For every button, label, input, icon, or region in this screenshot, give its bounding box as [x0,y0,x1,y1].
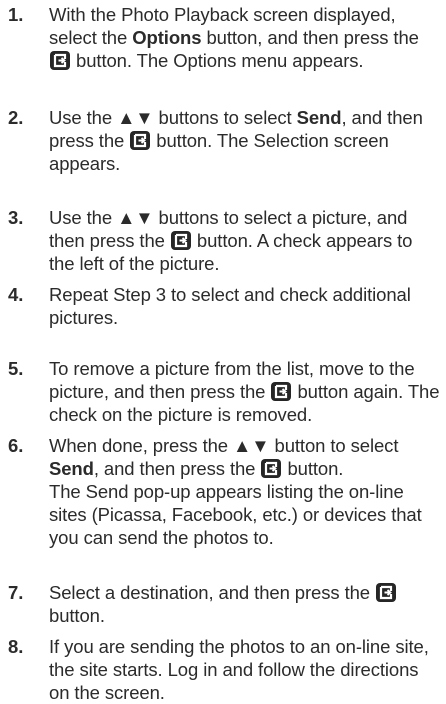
step-text-segment: button. [49,605,105,626]
step-text: Use the ▲▼ buttons to select a picture, … [49,206,441,275]
step-text: With the Photo Playback screen displayed… [49,3,441,72]
step-number: 4. [8,284,24,305]
button-name-label: Options [132,27,202,48]
step-text-segment: Repeat Step 3 to select and check additi… [49,284,411,328]
step-text-segment: Select a destination, and then press the [49,582,376,603]
step-text: To remove a picture from the list, move … [49,357,441,426]
step-text: Repeat Step 3 to select and check additi… [49,283,441,329]
step-text: Use the ▲▼ buttons to select Send, and t… [49,106,441,175]
step-text: If you are sending the photos to an on-l… [49,635,441,704]
enter-button-icon [261,459,282,478]
step-text-segment: button. [282,458,344,479]
step-text: Select a destination, and then press the… [49,581,441,627]
enter-button-icon [271,382,292,401]
step-number: 8. [8,636,24,657]
enter-button-icon [376,583,397,602]
step-number: 2. [8,107,24,128]
step-number: 3. [8,207,24,228]
step-text-segment: button. The Options menu appears. [71,50,364,71]
step-number: 1. [8,4,24,25]
step-text-segment: Use the ▲▼ buttons to select [49,107,297,128]
step-number: 5. [8,358,24,379]
button-name-label: Send [49,458,94,479]
step-text-segment: If you are sending the photos to an on-l… [49,636,429,703]
button-name-label: Send [296,107,342,128]
step-number: 6. [8,435,24,456]
step-text-segment: When done, press the ▲▼ button to select [49,435,399,456]
enter-button-icon [50,51,70,70]
step-text-segment: The Send pop-up appears listing the on-l… [49,481,422,548]
step-text: When done, press the ▲▼ button to select… [49,434,441,549]
enter-button-icon [130,131,151,150]
step-number: 7. [8,582,24,603]
step-text-segment: button, and then press the [201,27,419,48]
step-text-segment: , and then press the [93,458,261,479]
enter-button-icon [170,231,191,250]
